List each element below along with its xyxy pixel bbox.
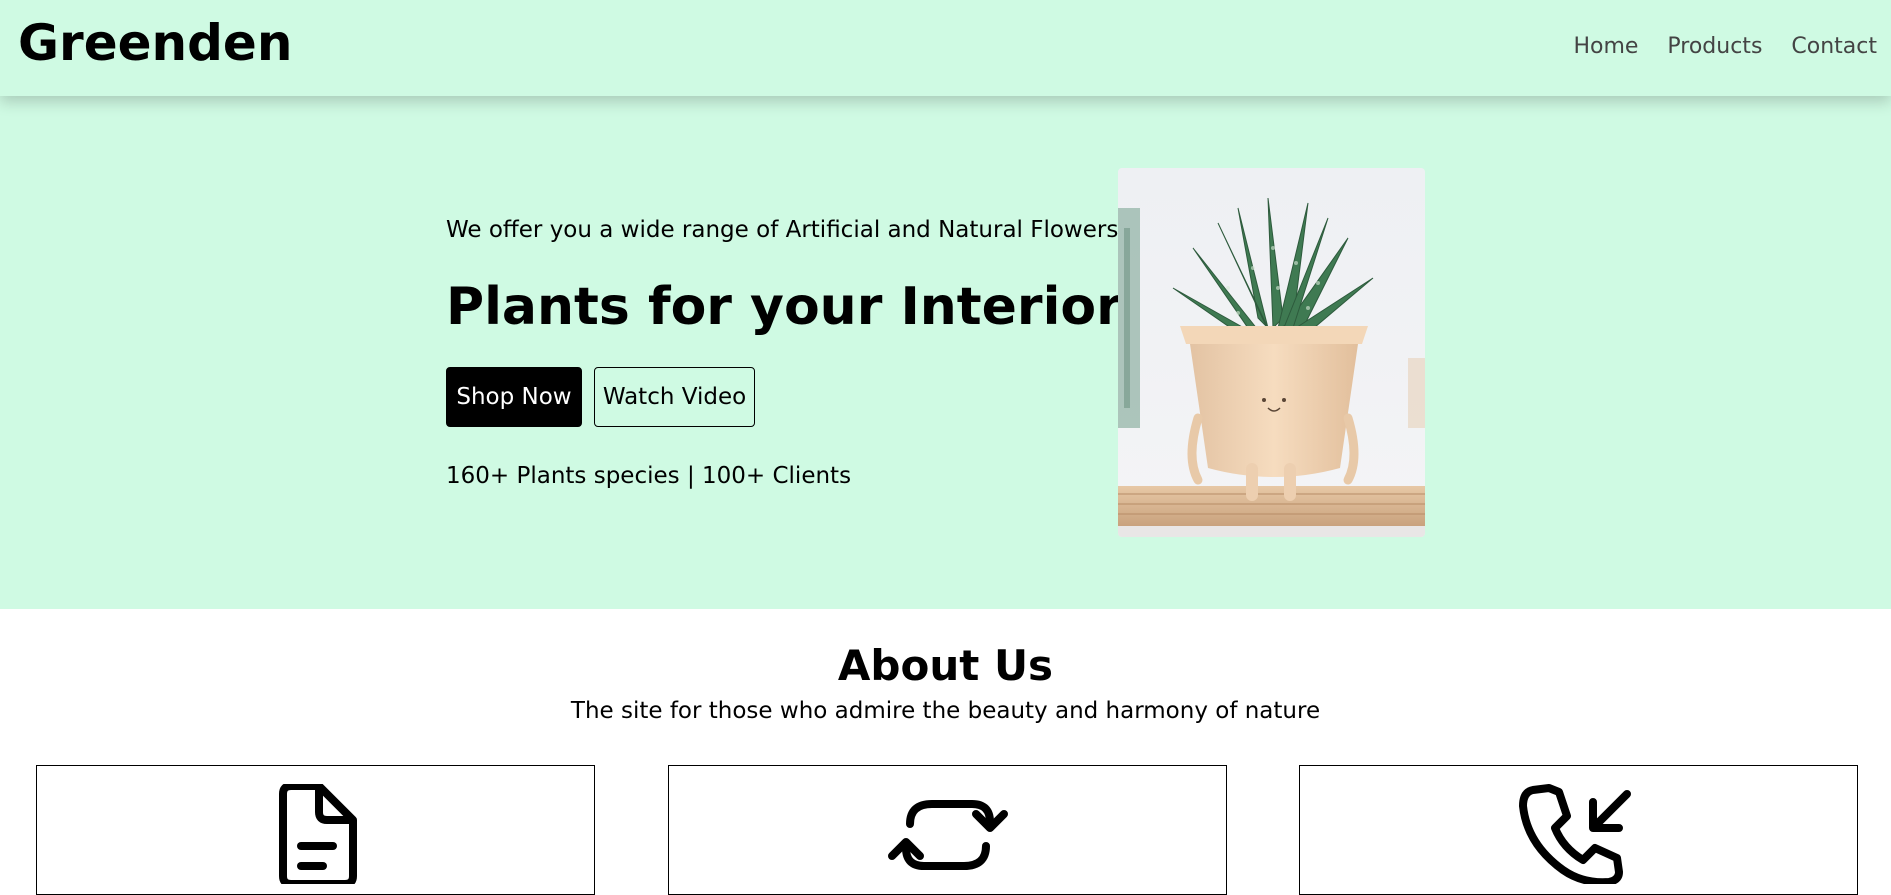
shop-now-button[interactable]: Shop Now [446, 367, 582, 427]
hero-stats: 160+ Plants species | 100+ Clients [446, 463, 852, 489]
feature-card [36, 765, 595, 895]
nav-link-contact[interactable]: Contact [1791, 34, 1877, 59]
about-subtitle: The site for those who admire the beauty… [570, 698, 1321, 724]
hero-tagline: We offer you a wide range of Artificial … [446, 217, 1119, 243]
refresh-icon [887, 800, 1008, 870]
brand-logo[interactable]: Greenden [18, 16, 292, 71]
incoming-call-icon [1518, 784, 1631, 884]
potted-succulent-image [1118, 168, 1425, 537]
feature-card [668, 765, 1227, 895]
hero-headline: Plants for your Interior [446, 277, 1122, 337]
document-icon [278, 784, 357, 884]
feature-card [1299, 765, 1858, 895]
nav-menu: Home Products Contact [1573, 34, 1877, 59]
about-title: About Us [837, 641, 1054, 690]
nav-link-home[interactable]: Home [1573, 34, 1638, 59]
navbar: Greenden Home Products Contact [0, 0, 1891, 96]
hero-plant-image [1118, 168, 1425, 537]
nav-link-products[interactable]: Products [1667, 34, 1762, 59]
watch-video-button[interactable]: Watch Video [594, 367, 755, 427]
hero-section: We offer you a wide range of Artificial … [0, 96, 1891, 609]
